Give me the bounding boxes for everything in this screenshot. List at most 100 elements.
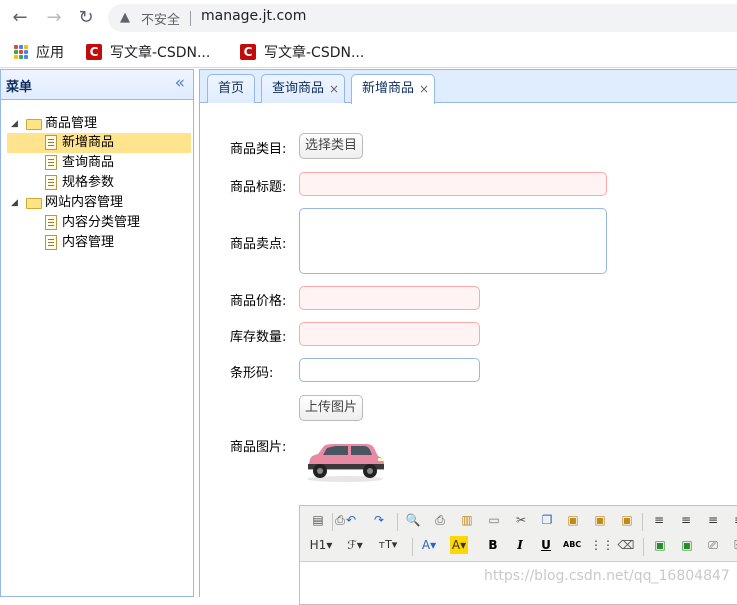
- toolbar-separator: [643, 538, 644, 556]
- address-bar[interactable]: ▲ 不安全 manage.jt.com: [108, 4, 737, 32]
- template-icon[interactable]: ▥: [458, 511, 476, 529]
- barcode-input[interactable]: [299, 358, 480, 382]
- expand-toggle-icon[interactable]: ◢: [11, 193, 18, 213]
- font-family-button[interactable]: ℱ▾: [343, 536, 367, 554]
- tab-add-product[interactable]: 新增商品 ×: [351, 74, 435, 104]
- watermark: https://blog.csdn.net/qq_16804847: [484, 568, 730, 584]
- browser-toolbar: ← → ↻ ▲ 不安全 manage.jt.com: [0, 0, 737, 36]
- tree-folder[interactable]: ◢ 商品管理: [1, 114, 193, 134]
- tab-query-products[interactable]: 查询商品 ×: [261, 74, 345, 103]
- tree-label: 网站内容管理: [45, 195, 124, 210]
- title-label: 商品标题:: [230, 180, 287, 195]
- clear-format-icon[interactable]: ⌫: [617, 536, 635, 554]
- stock-input[interactable]: [299, 322, 480, 346]
- bookmark-csdn-2[interactable]: C 写文章-CSDN...: [240, 41, 364, 63]
- heading-button[interactable]: H1▾: [309, 536, 333, 554]
- align-right-icon[interactable]: ≡: [704, 511, 722, 529]
- editor-toolbar: ▤⎙↶↷🔍⎙▥▭✂❐▣▣▣≡≡≡≡H1▾ℱ▾тT▾A▾A▾BIUABC⋮⋮⌫▣▣…: [300, 506, 737, 562]
- tab-strip: 首页 查询商品 × 新增商品 ×: [200, 70, 737, 104]
- bookmark-label: 写文章-CSDN...: [110, 45, 211, 61]
- bookmark-apps[interactable]: 应用: [14, 41, 64, 63]
- select-category-button[interactable]: 选择类目: [299, 133, 364, 159]
- tree-label: 新增商品: [62, 135, 115, 150]
- tree-label: 内容管理: [62, 235, 115, 250]
- url-text[interactable]: manage.jt.com: [201, 8, 306, 24]
- file-icon: [45, 155, 57, 170]
- tab-home[interactable]: 首页: [207, 74, 255, 103]
- tree-item[interactable]: 查询商品: [1, 153, 193, 173]
- copy-icon[interactable]: ❐: [538, 511, 556, 529]
- sidebar-panel: 菜单 « ◢ 商品管理新增商品查询商品规格参数 ◢ 网站内容管理内容分类管理 内容管理: [0, 69, 194, 597]
- insert-image-icon[interactable]: ▣: [651, 536, 669, 554]
- tab-label: 查询商品: [272, 81, 325, 96]
- selling-point-textarea[interactable]: [299, 208, 607, 274]
- expand-toggle-icon[interactable]: ◢: [11, 114, 18, 134]
- tree-label: 内容分类管理: [62, 215, 141, 230]
- insert-media-icon[interactable]: ⎚: [704, 536, 722, 554]
- price-input[interactable]: [299, 286, 480, 310]
- upload-image-button[interactable]: 上传图片: [299, 395, 364, 421]
- tree-folder[interactable]: ◢ 网站内容管理: [1, 193, 193, 213]
- italic-icon[interactable]: I: [511, 536, 529, 554]
- cut-icon[interactable]: ✂: [512, 511, 530, 529]
- rich-text-editor[interactable]: ▤⎙↶↷🔍⎙▥▭✂❐▣▣▣≡≡≡≡H1▾ℱ▾тT▾A▾A▾BIUABC⋮⋮⌫▣▣…: [299, 505, 737, 605]
- tree-item[interactable]: 内容管理: [1, 233, 193, 253]
- toolbar-separator: [397, 513, 398, 531]
- tree-item[interactable]: 规格参数: [1, 173, 193, 193]
- product-image-car[interactable]: [304, 442, 386, 482]
- forward-icon[interactable]: →: [42, 6, 66, 30]
- back-icon[interactable]: ←: [8, 6, 32, 30]
- tab-label: 新增商品: [362, 81, 415, 96]
- redo-icon[interactable]: ↷: [370, 511, 388, 529]
- sidebar-header: 菜单 «: [1, 70, 193, 100]
- highlight-icon[interactable]: A▾: [450, 536, 468, 554]
- image-label: 商品图片:: [230, 440, 287, 455]
- barcode-label: 条形码:: [230, 366, 274, 381]
- collapse-icon[interactable]: «: [175, 73, 185, 93]
- warning-icon[interactable]: ▲: [120, 10, 130, 25]
- paste-word-icon[interactable]: ▣: [618, 511, 636, 529]
- bold-icon[interactable]: B: [484, 536, 502, 554]
- sidebar-title: 菜单: [6, 80, 33, 95]
- paste-text-icon[interactable]: ▣: [591, 511, 609, 529]
- bookmark-csdn-1[interactable]: C 写文章-CSDN...: [86, 41, 210, 63]
- insert-flash-icon[interactable]: ▣: [678, 536, 696, 554]
- url-separator: [190, 11, 191, 26]
- file-icon: [45, 235, 57, 250]
- close-icon[interactable]: ×: [329, 75, 339, 103]
- insert-file-icon[interactable]: ⎘: [730, 536, 737, 554]
- folder-icon: [26, 119, 42, 130]
- bookmark-apps-label: 应用: [36, 45, 64, 61]
- paste-icon[interactable]: ▣: [564, 511, 582, 529]
- tree-label: 规格参数: [62, 175, 115, 190]
- font-color-icon[interactable]: A▾: [420, 536, 438, 554]
- tree-item[interactable]: 新增商品: [7, 133, 191, 153]
- folder-icon: [26, 198, 42, 209]
- font-size-button[interactable]: тT▾: [374, 536, 402, 554]
- selling-point-label: 商品卖点:: [230, 237, 287, 252]
- tab-label: 首页: [218, 81, 245, 96]
- file-icon: [45, 175, 57, 190]
- category-label: 商品类目:: [230, 142, 287, 157]
- bookmark-label: 写文章-CSDN...: [264, 45, 365, 61]
- insecure-label[interactable]: 不安全: [141, 9, 180, 28]
- print-doc-icon[interactable]: ⎙: [431, 511, 449, 529]
- line-height-icon[interactable]: ⋮⋮: [590, 536, 614, 554]
- preview-icon[interactable]: 🔍: [404, 511, 422, 529]
- select-all-icon[interactable]: ▭: [485, 511, 503, 529]
- align-left-icon[interactable]: ≡: [650, 511, 668, 529]
- file-icon: [45, 215, 57, 230]
- tree-label: 商品管理: [45, 116, 98, 131]
- source-icon[interactable]: ▤: [309, 511, 327, 529]
- align-justify-icon[interactable]: ≡: [730, 511, 737, 529]
- underline-icon[interactable]: U: [537, 536, 555, 554]
- stock-label: 库存数量:: [230, 330, 287, 345]
- strikethrough-icon[interactable]: ABC: [563, 536, 581, 554]
- reload-icon[interactable]: ↻: [74, 6, 98, 30]
- title-input[interactable]: [299, 172, 607, 196]
- align-center-icon[interactable]: ≡: [677, 511, 695, 529]
- tree-item[interactable]: 内容分类管理: [1, 213, 193, 233]
- undo-icon[interactable]: ↶: [342, 511, 360, 529]
- toolbar-separator: [642, 513, 643, 531]
- close-icon[interactable]: ×: [419, 75, 429, 103]
